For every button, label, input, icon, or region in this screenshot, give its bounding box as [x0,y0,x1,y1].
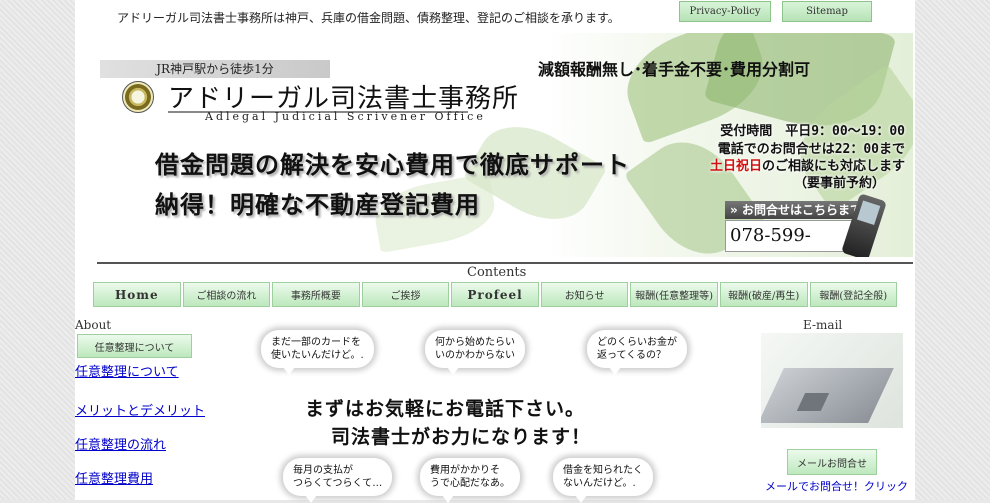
headline-debt: 借金問題の解決を安心費用で徹底サポート [155,151,630,179]
sidebar-link-merits[interactable]: メリットとデメリット [75,400,205,419]
nav-home[interactable]: Home [93,282,181,307]
business-hours: 受付時間 平日9：00～19：00 [720,124,905,139]
bubble-text: うで心配だなあ。 [430,478,510,489]
nav-greeting[interactable]: ご挨拶 [361,282,450,307]
bubble-text: いのかわからない [435,350,515,361]
bubble-text: 費用がかかりそ [430,465,500,476]
sidebar-link-flow[interactable]: 任意整理の流れ [75,434,166,453]
bubble-text: 返ってくるの？ [597,350,666,361]
bubble-text: 何から始めたらい [435,337,515,348]
content-divider [97,262,913,264]
speech-bubble: どのくらいお金が 返ってくるの？ [587,330,687,375]
contents-heading: Contents [467,265,527,280]
nav-fees-registration[interactable]: 報酬(登記全般) [809,282,898,307]
chevron-icon: » [730,203,742,217]
speech-bubble: 費用がかかりそ うで心配だなあ。 [420,458,520,503]
contact-phone-box[interactable]: » お問合せはこちらまで 078-599-5277 [725,193,887,257]
speech-bubble: 何から始めたらい いのかわからない [425,330,525,375]
speech-bubble: 毎月の支払がつらくてつらくて… [283,458,393,503]
email-contact-button[interactable]: メールお問合せ [787,449,877,475]
nav-fees-bankruptcy[interactable]: 報酬(破産/再生) [719,282,808,307]
support-message: 司法書士がお力になります！ [331,426,592,448]
reservation-note: （要事前予約） [793,176,885,191]
page-container: アドリーガル司法書士事務所は神戸、兵庫の借金問題、債務整理、登記のご相談を承りま… [75,0,915,503]
emblem-icon [122,81,154,113]
bubble-text: どのくらいお金が [597,337,677,348]
access-info: JR神戸駅から徒歩1分 [100,60,330,78]
call-invitation: まずはお気軽にお電話下さい。 [305,398,586,420]
laptop-image [761,333,903,428]
email-contact-link[interactable]: メールでお問合せ！クリック [765,478,908,494]
sidebar-link-about[interactable]: 任意整理について [75,361,179,380]
bubble-text: つらくてつらくて… [293,478,383,489]
nav-fees-voluntary[interactable]: 報酬(任意整理等) [630,282,718,307]
promo-text: 減額報酬無し･着手金不要･費用分割可 [538,60,811,79]
phone-number[interactable]: 078-599-5277 [725,220,856,257]
weekend-highlight: 土日祝日 [709,159,762,174]
email-heading: E-mail [803,318,843,332]
bubble-text: 借金を知られたく [563,465,643,476]
bubble-text: まだ一部のカードを [271,337,361,348]
sidebar-heading: About [75,318,112,332]
main-navigation: Home ご相談の流れ 事務所概要 ご挨拶 Profeel お知らせ 報酬(任意… [93,282,898,307]
voluntary-settlement-button[interactable]: 任意整理について [77,334,192,358]
bubble-text: ないんだけど。. [563,478,636,489]
headline-registration: 納得！明確な不動産登記費用 [155,191,480,219]
nav-office-overview[interactable]: 事務所概要 [272,282,360,307]
contact-label-text: お問合せはこちらまで [741,203,862,217]
nav-profile[interactable]: Profeel [451,282,539,307]
speech-bubble: まだ一部のカードを 使いたいんだけど。. [261,330,374,375]
bubble-text: 毎月の支払が [293,465,353,476]
office-name-english: Adlegal Judicial Scrivener Office [205,110,486,123]
office-logo[interactable]: アドリーガル司法書士事務所 [100,78,518,114]
bubble-text: 使いたいんだけど。. [271,350,364,361]
site-tagline: アドリーガル司法書士事務所は神戸、兵庫の借金問題、債務整理、登記のご相談を承りま… [117,11,620,25]
privacy-policy-button[interactable]: Privacy-Policy [679,1,771,22]
header-banner: JR神戸駅から徒歩1分 アドリーガル司法書士事務所 Adlegal Judici… [95,33,913,257]
speech-bubble: 借金を知られたく ないんだけど。. [553,458,653,503]
nav-consultation-flow[interactable]: ご相談の流れ [182,282,271,307]
nav-news[interactable]: お知らせ [540,282,629,307]
sidebar-link-fees[interactable]: 任意整理費用 [75,468,153,487]
sitemap-button[interactable]: Sitemap [782,1,872,22]
